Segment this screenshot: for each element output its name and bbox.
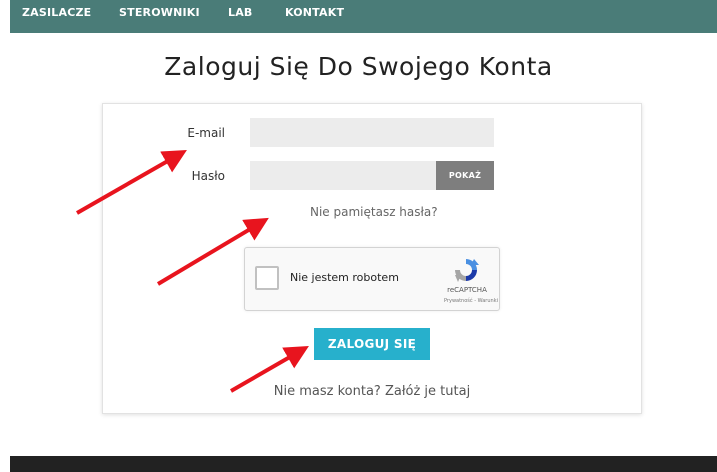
login-card: E-mail Hasło POKAŻ Nie pamiętasz hasła? … (102, 103, 642, 414)
recaptcha-label: Nie jestem robotem (290, 271, 399, 284)
register-link[interactable]: Nie masz konta? Załóż je tutaj (103, 384, 641, 399)
top-navigation: ZASILACZE STEROWNIKI LAB KONTAKT (10, 0, 717, 33)
nav-item-lab[interactable]: LAB (228, 6, 253, 19)
forgot-password-link[interactable]: Nie pamiętasz hasła? (310, 205, 438, 219)
login-button[interactable]: ZALOGUJ SIĘ (314, 328, 430, 360)
recaptcha-checkbox[interactable] (255, 266, 279, 290)
recaptcha-brand: reCAPTCHA (447, 286, 487, 294)
email-label: E-mail (187, 126, 225, 140)
page-title: Zaloguj Się Do Swojego Konta (164, 52, 553, 81)
footer (10, 456, 717, 472)
password-label: Hasło (191, 169, 225, 183)
show-password-button[interactable]: POKAŻ (436, 161, 494, 190)
password-input[interactable] (250, 161, 436, 190)
nav-item-kontakt[interactable]: KONTAKT (285, 6, 344, 19)
nav-item-sterowniki[interactable]: STEROWNIKI (119, 6, 200, 19)
email-input[interactable] (250, 118, 494, 147)
recaptcha-widget: Nie jestem robotem reCAPTCHA Prywatność … (244, 247, 500, 311)
nav-item-zasilacze[interactable]: ZASILACZE (22, 6, 91, 19)
recaptcha-logo-icon (455, 259, 479, 282)
recaptcha-links[interactable]: Prywatność - Warunki (418, 298, 498, 304)
